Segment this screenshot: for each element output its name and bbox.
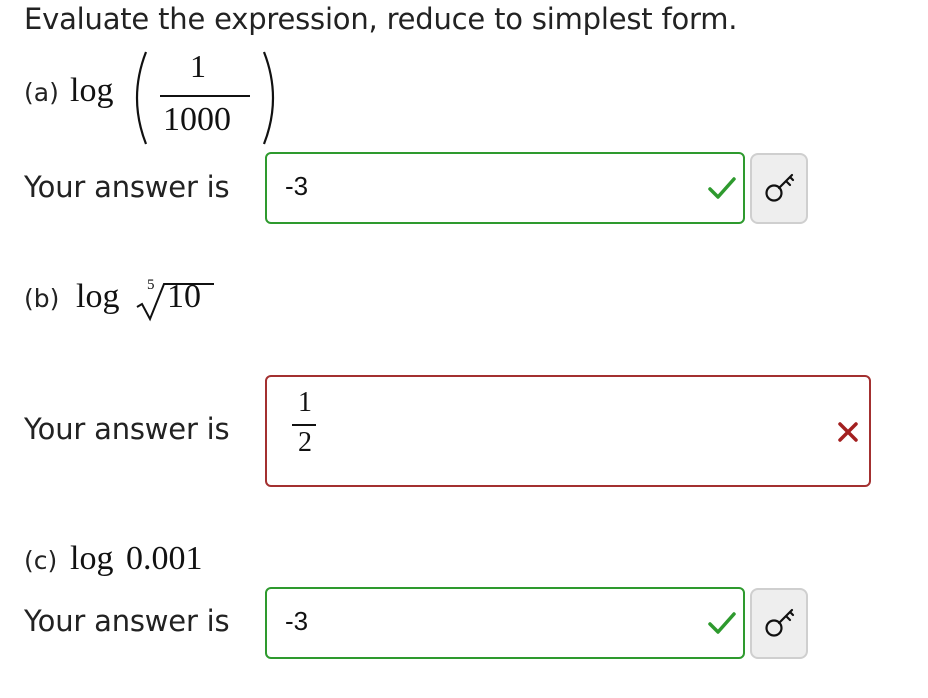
part-a-answer-value: -3	[285, 171, 309, 201]
left-paren	[135, 51, 148, 145]
part-a-log: log	[70, 72, 114, 109]
part-b-answer-fraction-bar	[292, 424, 316, 426]
part-c-answer-label: Your answer is	[24, 604, 230, 638]
part-b-answer-field[interactable]: 1 2	[265, 375, 871, 487]
part-b-answer-numerator: 1	[298, 387, 312, 418]
prompt-text: Evaluate the expression, reduce to simpl…	[24, 2, 738, 36]
part-c-answer-field[interactable]: -3	[265, 587, 745, 659]
x-mark-icon	[838, 422, 858, 442]
part-b-radicand: 10	[167, 278, 201, 315]
part-b-answer-label: Your answer is	[24, 412, 230, 446]
part-b-label: (b)	[24, 284, 60, 313]
part-a-key-button[interactable]	[750, 153, 808, 224]
right-paren	[262, 51, 275, 145]
part-a-denominator: 1000	[163, 101, 231, 138]
part-c-key-button[interactable]	[750, 588, 808, 659]
key-icon	[765, 173, 795, 202]
part-a-numerator: 1	[190, 48, 206, 84]
part-c-answer-value: -3	[285, 606, 309, 636]
part-a-label: (a)	[24, 78, 59, 107]
part-b-log: log	[76, 278, 120, 315]
part-c-log: log	[70, 540, 114, 577]
part-b-answer-denominator: 2	[298, 427, 312, 458]
part-a-answer-label: Your answer is	[24, 170, 230, 204]
checkmark-icon	[708, 177, 736, 199]
key-icon	[765, 608, 795, 637]
part-a-fraction-bar	[160, 95, 250, 97]
checkmark-icon	[708, 612, 736, 634]
part-c-argument: 0.001	[126, 540, 203, 577]
part-a-answer-field[interactable]: -3	[265, 152, 745, 224]
part-c-label: (c)	[24, 546, 58, 575]
